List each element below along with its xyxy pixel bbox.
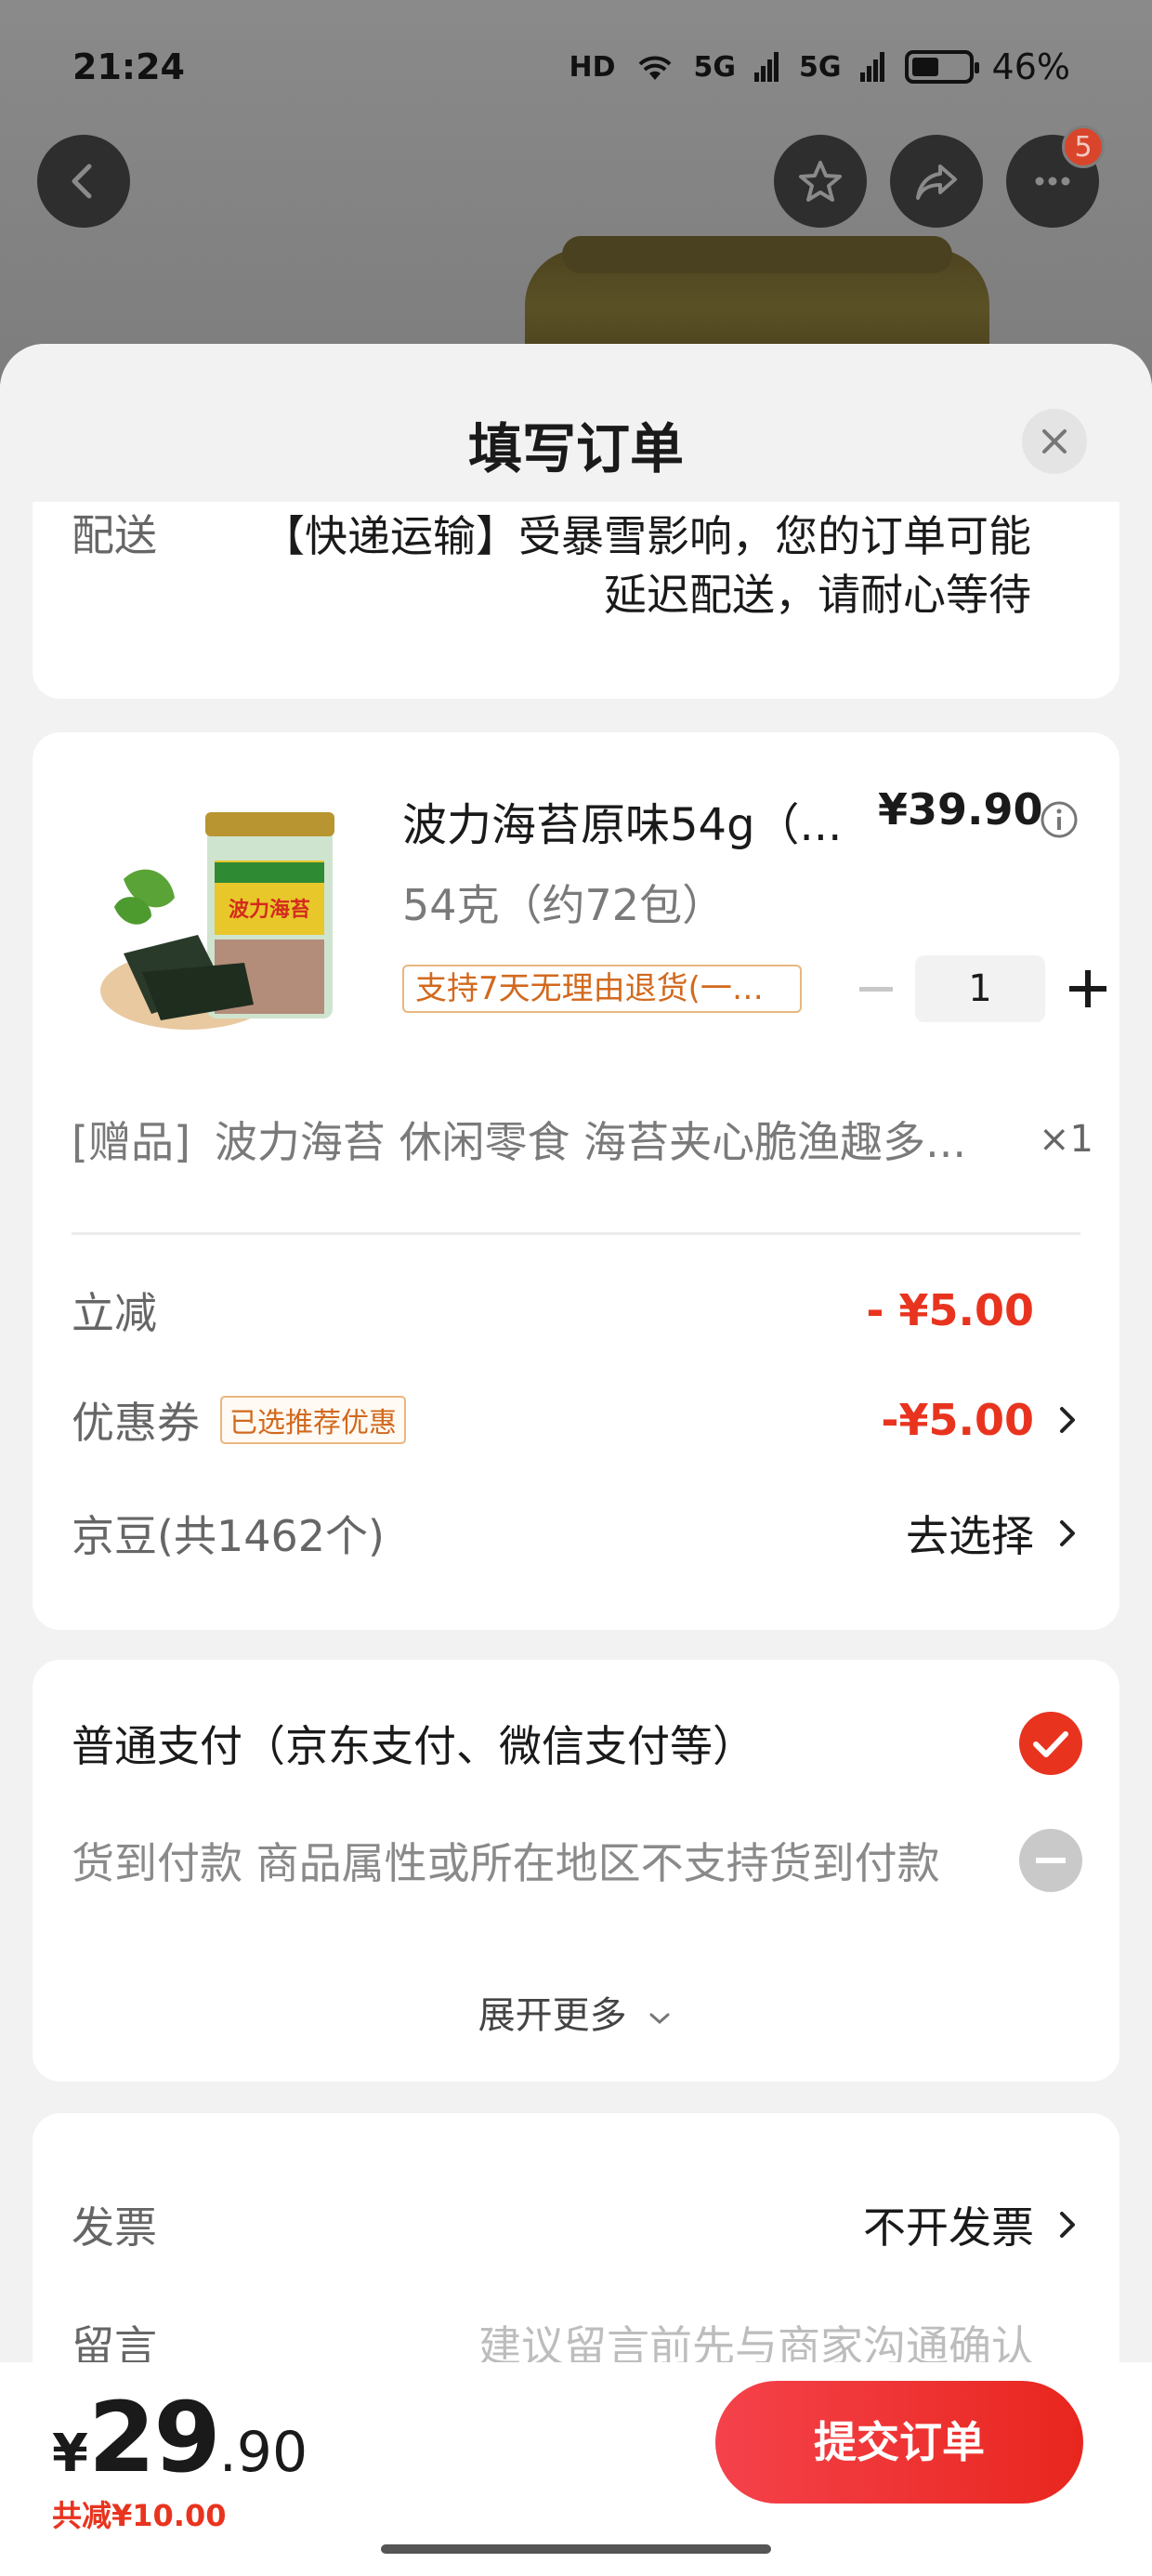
chevron-right-icon (1060, 1407, 1075, 1433)
background-product-page: 21:24 HD 5G 5G 46% 5 (0, 0, 1152, 398)
shipping-notice: 【快递运输】受暴雪影响，您的订单可能 延迟配送，请耐心等待 (195, 507, 1031, 624)
total-integer: 29 (87, 2381, 221, 2494)
product-title[interactable]: 波力海苔原味54g（... (402, 788, 867, 853)
home-indicator[interactable] (381, 2544, 771, 2554)
gift-label: [赠品] (72, 1117, 190, 1167)
total-saving: 共减¥10.00 (52, 2498, 227, 2533)
status-bar: 21:24 HD 5G 5G 46% (0, 37, 1152, 102)
quantity-input[interactable]: 1 (915, 955, 1045, 1022)
gift-count: ×1 (1039, 1118, 1093, 1161)
favorite-button[interactable] (774, 135, 867, 228)
chevron-right-icon (1060, 1520, 1075, 1546)
product-image[interactable]: 波力海苔 (86, 805, 365, 1046)
star-icon (799, 161, 842, 202)
chevron-left-icon (72, 164, 92, 199)
payment-card: 普通支付（京东支付、微信支付等） 货到付款 商品属性或所在地区不支持货到付款 展… (33, 1660, 1119, 2082)
product-price: ¥39.90 (878, 784, 1043, 835)
return-policy-tag: 支持7天无理由退货(一次... (402, 965, 802, 1013)
battery-percent: 46% (991, 46, 1070, 87)
expand-more-button[interactable]: 展开更多 (33, 1985, 1119, 2039)
shipping-label: 配送 (72, 510, 157, 560)
share-icon (916, 164, 957, 200)
total-price: ¥29.90 (52, 2381, 308, 2494)
back-button[interactable] (37, 135, 130, 228)
invoice-row[interactable]: 发票 不开发票 (72, 2188, 1080, 2262)
jingdou-label: 京豆(共1462个) (72, 1511, 385, 1561)
battery-icon (904, 50, 979, 84)
order-sheet: 填写订单 配送 【快递运输】受暴雪影响，您的订单可能 延迟配送，请耐心等待 波力… (0, 344, 1152, 2576)
jingdou-row[interactable]: 京豆(共1462个) 去选择 (72, 1496, 1080, 1571)
product-spec[interactable]: 54克（约72包） (402, 872, 725, 933)
quantity-minus-button[interactable] (852, 965, 900, 1013)
submit-order-button[interactable]: 提交订单 (715, 2381, 1083, 2504)
total-currency: ¥ (52, 2424, 88, 2484)
invoice-label: 发票 (72, 2202, 157, 2253)
status-time: 21:24 (72, 46, 185, 87)
share-button[interactable] (890, 135, 983, 228)
package-label: 波力海苔 (229, 898, 310, 922)
notification-badge: 5 (1062, 125, 1105, 168)
disabled-icon (1019, 1829, 1082, 1892)
payment-normal-label: 普通支付（京东支付、微信支付等） (72, 1721, 755, 1771)
gift-text: 波力海苔 休闲零食 海苔夹心脆渔趣多... (214, 1117, 967, 1167)
signal-5g-icon: 5G (693, 50, 737, 84)
info-icon[interactable] (1039, 799, 1080, 840)
signal-5g-icon-2: 5G (799, 50, 842, 84)
payment-cod-label: 货到付款 商品属性或所在地区不支持货到付款 (72, 1838, 940, 1888)
instant-discount-value: - ¥5.00 (866, 1285, 1034, 1335)
product-card: 波力海苔 波力海苔原味54g（... ¥39.90 54克（约72包） 支持7天… (33, 732, 1119, 1630)
instant-discount-row: 立减 - ¥5.00 (72, 1273, 1080, 1347)
more-dots-icon (1035, 177, 1070, 186)
divider (72, 1232, 1080, 1235)
jingdou-action: 去选择 (906, 1511, 1034, 1561)
more-button[interactable]: 5 (1006, 125, 1105, 228)
payment-option-normal[interactable]: 普通支付（京东支付、微信支付等） (72, 1706, 1084, 1781)
hd-icon: HD (569, 50, 616, 84)
shipping-notice-line1: 【快递运输】受暴雪影响，您的订单可能 (262, 511, 1031, 561)
payment-option-cod: 货到付款 商品属性或所在地区不支持货到付款 (72, 1823, 1084, 1898)
expand-more-label: 展开更多 (478, 1994, 627, 2037)
signal-bars-icon (754, 52, 779, 82)
checked-icon[interactable] (1017, 1710, 1084, 1777)
chevron-right-icon (1060, 2212, 1075, 2238)
quantity-plus-button[interactable] (1062, 963, 1114, 1015)
coupon-value: -¥5.00 (881, 1395, 1034, 1445)
shipping-notice-line2: 延迟配送，请耐心等待 (604, 570, 1031, 620)
close-icon (1042, 429, 1067, 453)
shipping-card: 配送 【快递运输】受暴雪影响，您的订单可能 延迟配送，请耐心等待 (33, 502, 1119, 699)
gift-row[interactable]: [赠品] 波力海苔 休闲零食 海苔夹心脆渔趣多... ×1 (72, 1109, 1093, 1170)
status-icons: HD 5G 5G 46% (569, 46, 1070, 87)
wifi-icon (638, 56, 671, 80)
close-button[interactable] (1022, 409, 1087, 474)
invoice-value: 不开发票 (863, 2202, 1034, 2253)
sheet-title: 填写订单 (467, 417, 684, 480)
coupon-row[interactable]: 优惠券 已选推荐优惠 -¥5.00 (72, 1383, 1080, 1457)
coupon-tag: 已选推荐优惠 (220, 1396, 406, 1444)
chevron-down-icon (649, 2013, 670, 2025)
total-decimal: .90 (218, 2420, 308, 2485)
instant-discount-label: 立减 (72, 1288, 157, 1338)
signal-bars-icon-2 (859, 52, 884, 82)
coupon-label: 优惠券 (72, 1398, 200, 1448)
